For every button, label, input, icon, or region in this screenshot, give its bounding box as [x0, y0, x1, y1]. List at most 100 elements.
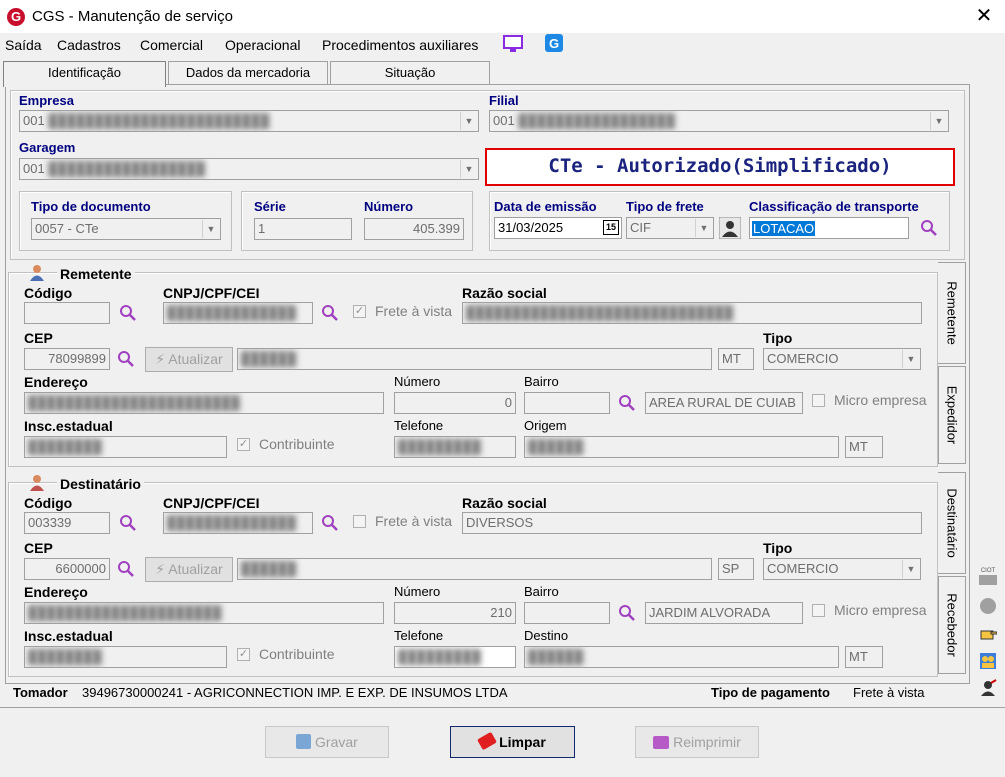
remetente-bairro-field[interactable]: AREA RURAL DE CUIAB: [645, 392, 803, 414]
destinatario-codigo-field[interactable]: 003339: [24, 512, 110, 534]
chevron-down-icon: ▼: [460, 160, 477, 178]
remetente-codigo-field[interactable]: [24, 302, 110, 324]
remetente-bairro-code-field[interactable]: [524, 392, 610, 414]
destinatario-destino-uf-field[interactable]: MT: [845, 646, 883, 668]
destinatario-uf-field[interactable]: SP: [718, 558, 754, 580]
search-icon[interactable]: [117, 350, 135, 368]
destinatario-bairro-field[interactable]: JARDIM ALVORADA: [645, 602, 803, 624]
data-emissao-field[interactable]: 31/03/2025 15: [494, 217, 622, 239]
menu-cadastros[interactable]: Cadastros: [57, 37, 121, 53]
search-icon[interactable]: [618, 604, 636, 622]
destinatario-contribuinte-checkbox[interactable]: ✓: [237, 648, 250, 661]
remetente-endereco-label: Endereço: [24, 374, 88, 390]
remetente-cep-field[interactable]: 78099899: [24, 348, 110, 370]
menu-operacional[interactable]: Operacional: [225, 37, 301, 53]
remetente-endereco-field[interactable]: ███████████████████████: [24, 392, 384, 414]
menu-saida[interactable]: Saída: [5, 37, 42, 53]
remetente-tipo-select[interactable]: COMERCIO ▼: [763, 348, 921, 370]
remetente-numero-field[interactable]: 0: [394, 392, 516, 414]
remetente-origem-label: Origem: [524, 418, 567, 433]
search-icon[interactable]: [618, 394, 636, 412]
tipo-frete-select[interactable]: CIF ▼: [626, 217, 714, 239]
serie-field[interactable]: 1: [254, 218, 352, 240]
printer-icon: [653, 736, 670, 749]
garagem-code: 001: [23, 161, 45, 176]
remetente-razao-field[interactable]: █████████████████████████████: [462, 302, 922, 324]
search-icon[interactable]: [117, 560, 135, 578]
remetente-frete-vista-checkbox[interactable]: ✓: [353, 305, 366, 318]
reimprimir-label: Reimprimir: [673, 734, 741, 750]
gray-dot-icon[interactable]: [979, 597, 997, 615]
remetente-micro-empresa-checkbox[interactable]: [812, 394, 825, 407]
remetente-telefone-field[interactable]: █████████: [394, 436, 516, 458]
destinatario-telefone-field[interactable]: █████████: [394, 646, 516, 668]
remetente-contribuinte-checkbox[interactable]: ✓: [237, 438, 250, 451]
garagem-select[interactable]: 001 █████████████████ ▼: [19, 158, 479, 180]
destinatario-numero-field[interactable]: 210: [394, 602, 516, 624]
destinatario-cnpj-field[interactable]: ██████████████: [163, 512, 313, 534]
monitor-icon[interactable]: [503, 35, 523, 53]
remetente-razao-label: Razão social: [462, 285, 547, 301]
classificacao-label: Classificação de transporte: [749, 199, 919, 214]
remetente-contribuinte-label: Contribuinte: [259, 436, 335, 452]
side-tab-recebedor[interactable]: Recebedor: [938, 576, 966, 674]
tipo-documento-value: 0057 - CTe: [35, 221, 99, 236]
destinatario-cep-field[interactable]: 6600000: [24, 558, 110, 580]
empresa-name-redacted: ████████████████████████: [48, 113, 270, 128]
remetente-cidade-field[interactable]: ██████: [237, 348, 712, 370]
side-tab-expedidor[interactable]: Expedidor: [938, 366, 966, 464]
filial-select[interactable]: 001 █████████████████ ▼: [489, 110, 949, 132]
destinatario-destino-field[interactable]: ██████: [524, 646, 839, 668]
destinatario-micro-empresa-checkbox[interactable]: [812, 604, 825, 617]
destinatario-bairro-code-field[interactable]: [524, 602, 610, 624]
pointing-hand-icon[interactable]: [979, 625, 997, 643]
svg-text:G: G: [549, 36, 559, 51]
destinatario-endereco-field[interactable]: █████████████████████: [24, 602, 384, 624]
tab-identificacao[interactable]: Identificação: [3, 61, 166, 87]
serie-label: Série: [254, 199, 286, 214]
destinatario-frete-vista-checkbox[interactable]: [353, 515, 366, 528]
ciot-icon[interactable]: CIOT: [979, 568, 997, 586]
app-logo-icon: G: [7, 8, 25, 26]
remetente-bairro-label: Bairro: [524, 374, 559, 389]
destinatario-tipo-select[interactable]: COMERCIO ▼: [763, 558, 921, 580]
close-icon[interactable]: ✕: [972, 4, 996, 28]
remetente-origem-field[interactable]: ██████: [524, 436, 839, 458]
search-icon[interactable]: [920, 219, 938, 237]
search-icon[interactable]: [119, 304, 137, 322]
search-icon[interactable]: [119, 514, 137, 532]
remetente-insc-field[interactable]: ████████: [24, 436, 227, 458]
gravar-button[interactable]: Gravar: [265, 726, 389, 758]
tipo-documento-select[interactable]: 0057 - CTe ▼: [31, 218, 221, 240]
side-tab-remetente[interactable]: Remetente: [938, 262, 966, 364]
remetente-uf-field[interactable]: MT: [718, 348, 754, 370]
limpar-button[interactable]: Limpar: [450, 726, 575, 758]
tab-situacao[interactable]: Situação: [330, 61, 490, 85]
search-icon[interactable]: [321, 304, 339, 322]
remetente-origem-uf-field[interactable]: MT: [845, 436, 883, 458]
remetente-endereco-redacted: ███████████████████████: [28, 395, 240, 410]
empresa-select[interactable]: 001 ████████████████████████ ▼: [19, 110, 479, 132]
calendar-icon[interactable]: 15: [603, 220, 619, 235]
garagem-label: Garagem: [19, 140, 76, 155]
menu-procedimentos-auxiliares[interactable]: Procedimentos auxiliares: [322, 37, 478, 53]
menu-comercial[interactable]: Comercial: [140, 37, 203, 53]
app-shortcut-icon[interactable]: G: [545, 34, 563, 52]
classificacao-field[interactable]: LOTACAO: [749, 217, 909, 239]
search-icon[interactable]: [321, 514, 339, 532]
title-bar: G CGS - Manutenção de serviço ✕: [0, 0, 1005, 33]
reimprimir-button[interactable]: Reimprimir: [635, 726, 759, 758]
side-tab-destinatario[interactable]: Destinatário: [938, 472, 966, 574]
remetente-atualizar-button[interactable]: ⚡ Atualizar: [145, 347, 233, 372]
remetente-cnpj-field[interactable]: ██████████████: [163, 302, 313, 324]
tab-dados-mercadoria[interactable]: Dados da mercadoria: [168, 61, 328, 85]
person-icon[interactable]: [719, 217, 741, 239]
numero-field[interactable]: 405.399: [364, 218, 464, 240]
person-edit-icon[interactable]: [979, 679, 997, 697]
destinatario-insc-field[interactable]: ████████: [24, 646, 227, 668]
destinatario-atualizar-label: Atualizar: [168, 561, 223, 577]
users-icon[interactable]: [979, 652, 997, 670]
destinatario-cidade-field[interactable]: ██████: [237, 558, 712, 580]
destinatario-atualizar-button[interactable]: ⚡ Atualizar: [145, 557, 233, 582]
destinatario-razao-field[interactable]: DIVERSOS: [462, 512, 922, 534]
